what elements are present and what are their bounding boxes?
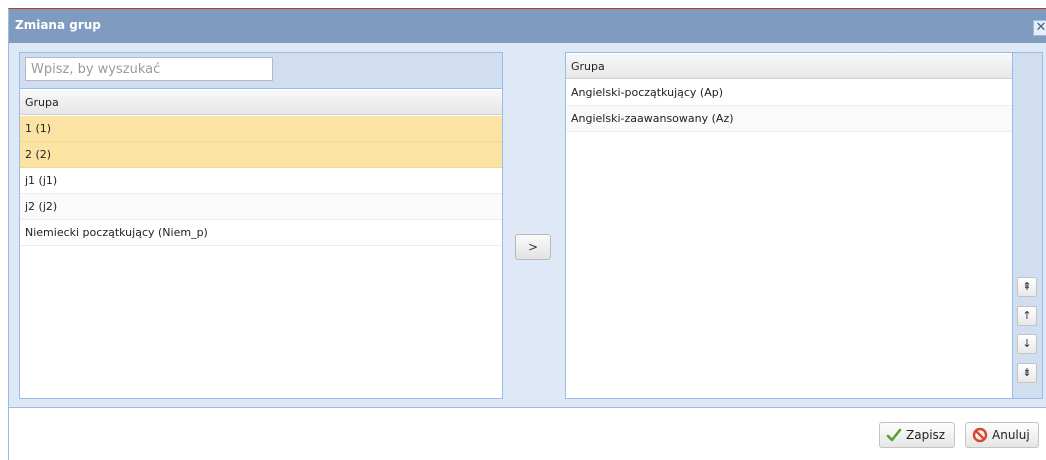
- move-up-icon: ↑: [1022, 309, 1032, 322]
- available-groups-panel: Grupa 1 (1) 2 (2) j1 (j1) j2 (j2) Niemie…: [19, 52, 503, 399]
- selected-groups-header[interactable]: Grupa: [566, 53, 1012, 79]
- dialog-title-bar[interactable]: Zmiana grup ✕: [9, 9, 1046, 43]
- move-down-button[interactable]: ↓: [1017, 334, 1037, 354]
- move-top-button[interactable]: ⇞: [1017, 277, 1037, 297]
- cancel-button-label: Anuluj: [992, 428, 1030, 442]
- dialog-title: Zmiana grup: [15, 18, 101, 32]
- list-item-label: 2 (2): [25, 148, 52, 161]
- cancel-button[interactable]: Anuluj: [965, 422, 1039, 448]
- list-item[interactable]: Angielski-zaawansowany (Az): [566, 106, 1012, 132]
- save-button[interactable]: Zapisz: [879, 422, 955, 448]
- list-item[interactable]: j1 (j1): [20, 168, 502, 194]
- move-down-icon: ↓: [1022, 337, 1032, 350]
- selected-groups-panel: Grupa Angielski-początkujący (Ap) Angiel…: [565, 52, 1043, 399]
- cancel-icon: [972, 427, 988, 443]
- move-right-button[interactable]: >: [515, 234, 551, 260]
- move-right-label: >: [527, 240, 539, 254]
- list-item[interactable]: Niemiecki początkujący (Niem_p): [20, 220, 502, 246]
- column-header-grupa: Grupa: [25, 96, 59, 109]
- list-item-label: Angielski-początkujący (Ap): [571, 86, 724, 99]
- dialog-body: Grupa 1 (1) 2 (2) j1 (j1) j2 (j2) Niemie…: [9, 43, 1046, 407]
- list-item-label: 1 (1): [25, 122, 52, 135]
- order-toolbar: ⇞ ↑ ↓ ⇟: [1013, 53, 1042, 398]
- search-input[interactable]: [25, 57, 273, 81]
- list-item-label: Niemiecki początkujący (Niem_p): [25, 226, 208, 239]
- list-item-label: j2 (j2): [25, 200, 58, 213]
- selected-groups-grid: Grupa Angielski-początkujący (Ap) Angiel…: [566, 53, 1013, 398]
- close-icon: ✕: [1035, 20, 1046, 35]
- move-bottom-icon: ⇟: [1022, 366, 1032, 379]
- available-groups-header[interactable]: Grupa: [20, 89, 502, 115]
- search-toolbar: [20, 53, 502, 89]
- list-item[interactable]: 2 (2): [20, 142, 502, 168]
- checkmark-icon: [886, 428, 902, 442]
- list-item-label: Angielski-zaawansowany (Az): [571, 112, 734, 125]
- dialog-footer: Zapisz Anuluj: [9, 407, 1046, 460]
- move-top-icon: ⇞: [1022, 280, 1032, 293]
- save-button-label: Zapisz: [906, 428, 946, 442]
- list-item[interactable]: j2 (j2): [20, 194, 502, 220]
- close-button[interactable]: ✕: [1033, 20, 1046, 36]
- move-bottom-button[interactable]: ⇟: [1017, 363, 1037, 383]
- column-header-grupa: Grupa: [571, 60, 605, 73]
- move-up-button[interactable]: ↑: [1017, 306, 1037, 326]
- list-item[interactable]: Angielski-początkujący (Ap): [566, 80, 1012, 106]
- list-item[interactable]: 1 (1): [20, 116, 502, 142]
- group-change-dialog: Zmiana grup ✕ Grupa 1 (1) 2 (2) j1 (j1) …: [8, 8, 1046, 460]
- list-item-label: j1 (j1): [25, 174, 58, 187]
